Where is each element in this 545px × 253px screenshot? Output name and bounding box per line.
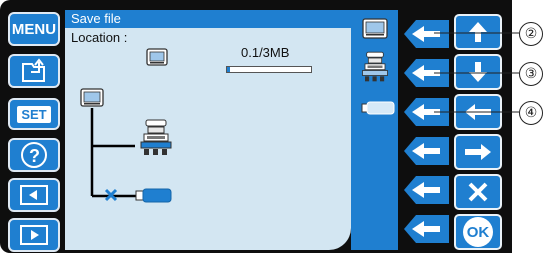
menu-button[interactable]: MENU	[8, 12, 60, 46]
panel-title: Save file	[71, 11, 121, 26]
location-column	[351, 10, 399, 250]
callout-4: ④	[519, 101, 543, 125]
screen-right-button[interactable]	[8, 218, 60, 252]
error-x-icon	[104, 188, 118, 202]
screen-left-button[interactable]	[8, 178, 60, 212]
screen-right-icon	[20, 225, 48, 245]
help-button[interactable]: ?	[8, 138, 60, 172]
callout-2: ②	[519, 22, 543, 46]
folder-export-icon	[22, 58, 45, 82]
usb-drive-icon	[135, 188, 172, 203]
callout-3: ③	[519, 62, 543, 86]
location-tree	[90, 108, 137, 198]
menu-label: MENU	[11, 20, 57, 38]
set-button[interactable]: SET	[8, 98, 60, 130]
folder-export-button[interactable]	[8, 54, 60, 88]
tree-machine-screen-icon[interactable]	[80, 88, 104, 110]
screen-left-icon	[20, 185, 48, 205]
location-embroidery-machine-icon[interactable]	[360, 50, 390, 86]
embroidery-machine-icon[interactable]	[138, 118, 174, 160]
location-usb-icon[interactable]	[361, 100, 395, 116]
location-machine-screen-icon[interactable]	[362, 18, 388, 42]
usb-error-group	[104, 188, 172, 203]
set-label: SET	[17, 105, 51, 123]
help-glyph: ?	[29, 146, 40, 166]
